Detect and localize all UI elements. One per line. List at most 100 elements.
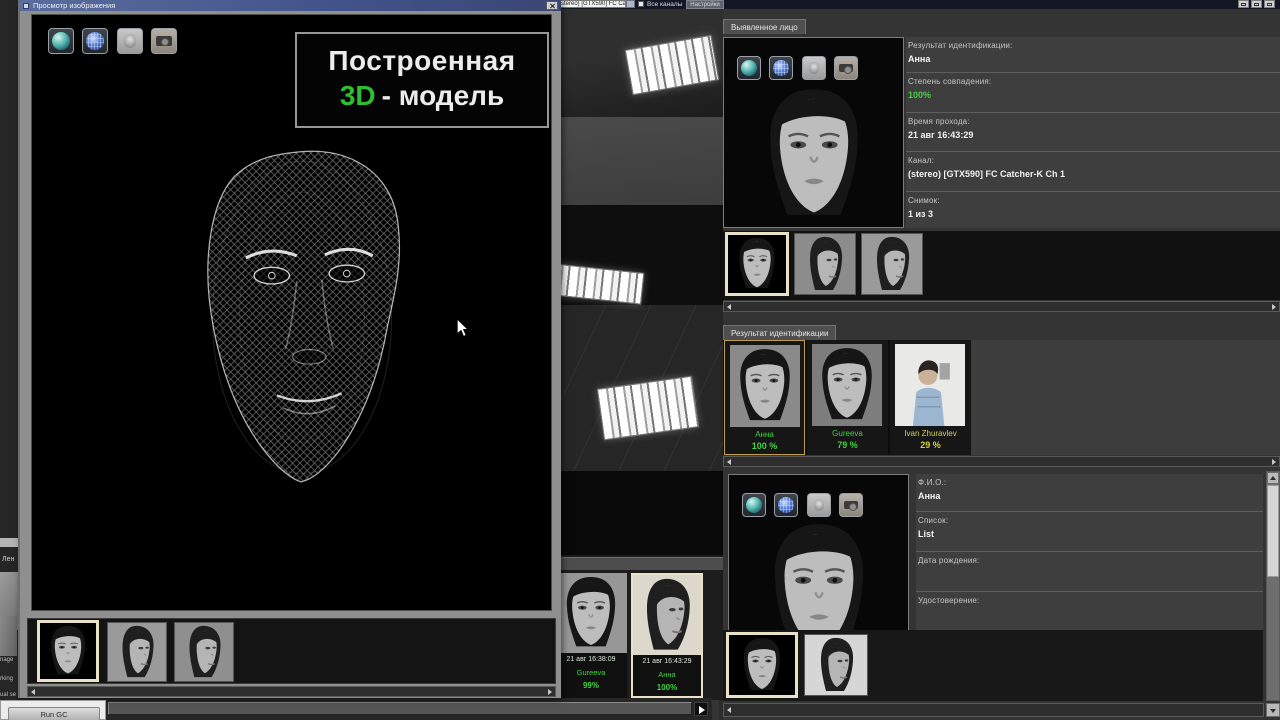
field-label: Список: [918, 516, 1261, 525]
left-text-fragment: rking [0, 676, 13, 682]
sphere-view-icon[interactable] [742, 493, 766, 517]
background-window-left: Лен nage rking ual se [0, 0, 18, 720]
caption-3d: 3D [340, 80, 376, 111]
candidate-name: Анна [725, 430, 804, 439]
face-photo [805, 635, 867, 695]
thumbnail-selected[interactable] [725, 232, 789, 296]
thumbnail[interactable] [794, 233, 856, 295]
feed-name: Gureeva [555, 666, 627, 679]
camera-video-frames [561, 9, 723, 560]
scroll-right-button[interactable] [694, 702, 708, 716]
viewer-canvas: Построенная 3D- модель [31, 14, 552, 611]
wireframe-view-icon[interactable] [774, 493, 798, 517]
face-photo [40, 623, 96, 679]
match-percent: 100% [908, 90, 1278, 100]
window-icon [23, 3, 29, 9]
sphere-view-icon[interactable] [737, 56, 761, 80]
face-photo [729, 635, 795, 695]
camera-frame [561, 471, 723, 560]
snapshot-icon[interactable] [834, 56, 858, 80]
feed-item[interactable]: 21 авг 16:38:09 Gureeva 99% [555, 573, 627, 698]
face-view-icon[interactable] [117, 28, 143, 54]
all-channels-label: Все каналы [647, 0, 682, 9]
feed-time: 21 авг 16:43:29 [633, 655, 701, 668]
face-view-icon[interactable] [807, 493, 831, 517]
field-row: Удостоверение: [916, 592, 1263, 632]
feed-panel: 21 авг 16:38:09 Gureeva 99% 21 авг 16:43… [561, 555, 723, 700]
close-icon[interactable] [546, 1, 558, 10]
detected-face-preview [723, 37, 904, 228]
thumbnail-selected[interactable] [37, 620, 99, 682]
field-row: Дата рождения: [916, 552, 1263, 592]
field-label: Время прохода: [908, 117, 1278, 126]
left-photo-fragment [0, 616, 17, 656]
tab-identification-result[interactable]: Результат идентификации [723, 325, 836, 340]
run-gc-button[interactable]: Run GC [8, 707, 100, 720]
feed-score: 100% [633, 681, 701, 694]
snapshot-icon[interactable] [151, 28, 177, 54]
settings-button[interactable]: Настройки [686, 0, 724, 9]
horizontal-scrollbar[interactable] [108, 702, 692, 715]
detected-thumbnail-scrollbar[interactable] [723, 301, 1280, 312]
candidates-scrollbar[interactable] [723, 456, 1280, 467]
person-thumbnail-strip [723, 630, 1263, 701]
wireframe-view-icon[interactable] [769, 56, 793, 80]
person-panel-vertical-scrollbar[interactable] [1266, 471, 1280, 701]
field-label: Удостоверение: [918, 596, 1261, 605]
left-text-fragment: nage [0, 657, 13, 663]
scrollbar-thumb[interactable] [1267, 485, 1279, 577]
feed-item-selected[interactable]: 21 авг 16:43:29 Анна 100% [631, 573, 703, 698]
feed-panel-header [561, 557, 723, 570]
viewer-toolbar [48, 28, 181, 54]
candidate-card-selected[interactable]: Анна 100 % [724, 340, 805, 455]
maximize-button[interactable] [1251, 0, 1262, 8]
feed-photo [555, 573, 627, 653]
candidate-photo [730, 345, 800, 427]
thumbnail[interactable] [861, 233, 923, 295]
field-label: Степень совпадения: [908, 77, 1278, 86]
field-value: Анна [908, 54, 1278, 64]
thumbnail[interactable] [174, 622, 234, 682]
feed-photo [633, 575, 701, 655]
bottom-bar [0, 698, 712, 720]
field-value: 1 из 3 [908, 209, 1278, 219]
mouse-cursor [456, 318, 469, 338]
3d-model-caption: Построенная 3D- модель [295, 32, 549, 128]
candidate-name: Ivan Zhuravlev [890, 429, 971, 438]
wireframe-view-icon[interactable] [82, 28, 108, 54]
thumbnail-selected[interactable] [726, 632, 798, 698]
caption-rest: - модель [382, 80, 505, 111]
field-label: Ф.И.О.: [918, 478, 1261, 487]
field-row: Степень совпадения: 100% [906, 73, 1280, 113]
thumbnail[interactable] [107, 622, 167, 682]
candidate-photo [895, 344, 965, 426]
scroll-down-button[interactable] [1266, 703, 1280, 717]
candidate-card[interactable]: Gureeva 79 % [807, 340, 888, 455]
channel-select-dropdown-icon[interactable] [626, 0, 635, 8]
all-channels-checkbox[interactable] [638, 1, 644, 7]
thumbnail[interactable] [804, 634, 868, 696]
candidate-name: Gureeva [807, 429, 888, 438]
close-app-button[interactable] [1264, 0, 1275, 8]
person-thumbnail-scrollbar[interactable] [723, 703, 1264, 717]
caption-line1: Построенная [297, 44, 547, 78]
left-window-label: Лен [2, 556, 14, 563]
scroll-up-button[interactable] [1267, 472, 1279, 484]
camera-frame [561, 117, 723, 205]
sphere-view-icon[interactable] [48, 28, 74, 54]
face-photo [728, 235, 786, 293]
window-titlebar[interactable]: Просмотр изображения [20, 0, 561, 11]
detected-thumbnail-strip [723, 231, 1280, 300]
snapshot-icon[interactable] [839, 493, 863, 517]
field-row: Снимок: 1 из 3 [906, 192, 1280, 227]
candidate-card[interactable]: Ivan Zhuravlev 29 % [890, 340, 971, 455]
face-photo [175, 623, 233, 681]
candidate-score: 29 % [890, 440, 971, 450]
application-screen: (stereo) [GTX590] FC Catcher-K C Все кан… [0, 0, 1280, 720]
viewer-thumbnail-scrollbar[interactable] [27, 686, 556, 697]
face-view-icon[interactable] [802, 56, 826, 80]
minimize-button[interactable] [1238, 0, 1249, 8]
tab-detected-face[interactable]: Выявленное лицо [723, 19, 806, 34]
field-row: Результат идентификации: Анна [906, 37, 1280, 73]
channel-select[interactable]: (stereo) [GTX590] FC Catcher-K C [556, 0, 626, 8]
